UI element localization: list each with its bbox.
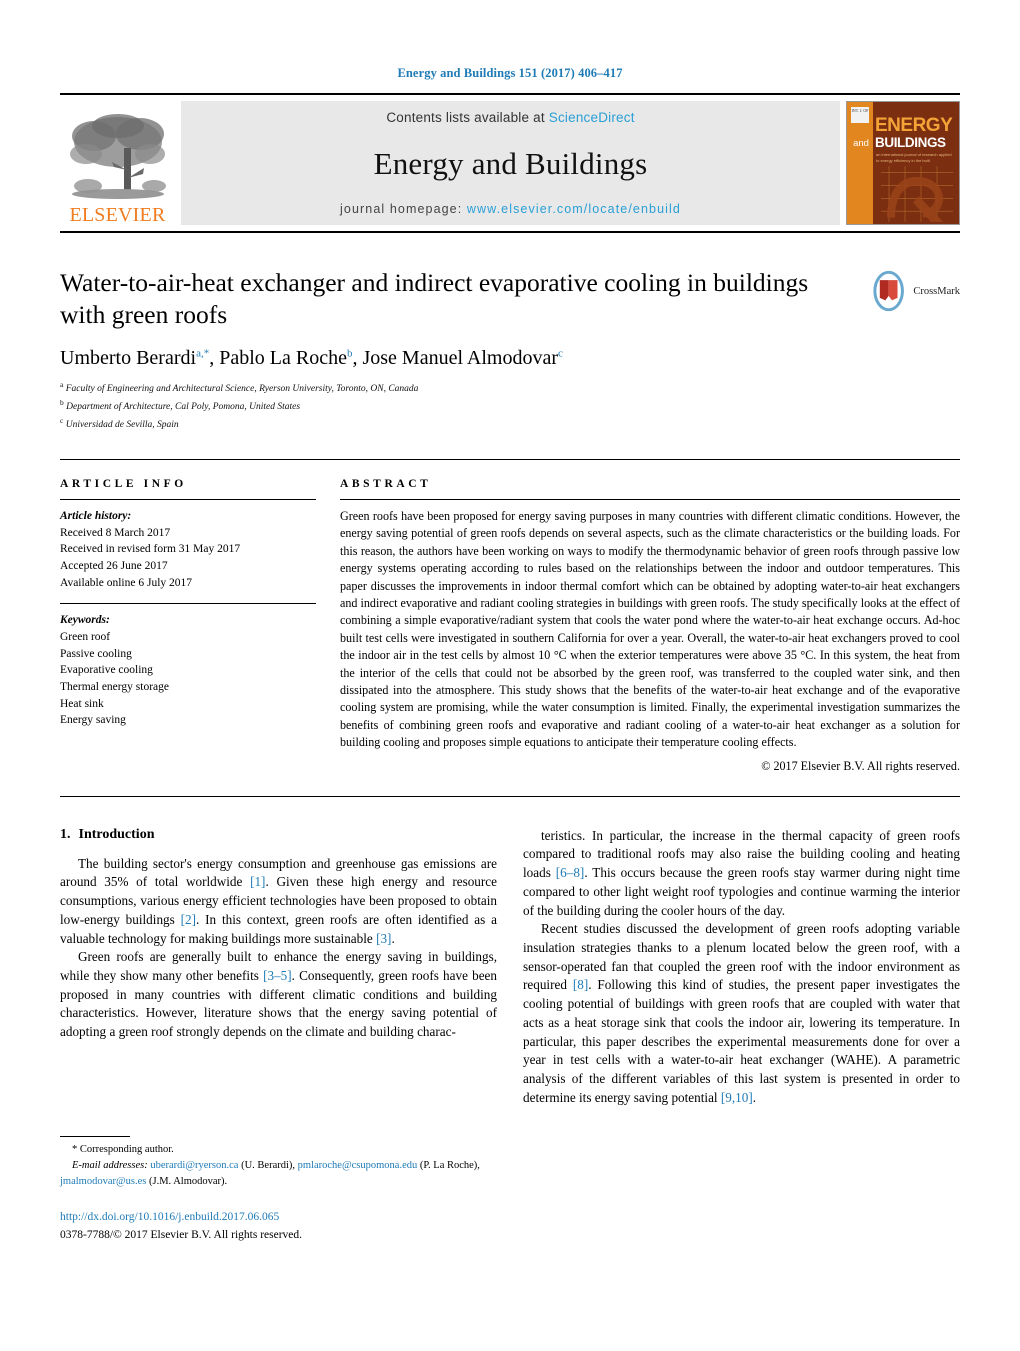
article-history-item: Available online 6 July 2017 (60, 576, 193, 589)
keywords-block: Keywords: Green roof Passive cooling Evapo… (60, 612, 316, 729)
title-block: CrossMark Water-to-air-heat exchanger an… (60, 267, 960, 433)
keywords-label: Keywords: (60, 614, 110, 627)
keywords-rule (60, 603, 316, 605)
doi-block: http://dx.doi.org/10.1016/j.enbuild.2017… (60, 1209, 490, 1244)
abstract-column: ABSTRACT Green roofs have been proposed … (340, 478, 960, 774)
intro-right-paragraphs: teristics. In particular, the increase i… (523, 827, 960, 1108)
cover-badge: INT. J. OF (851, 107, 869, 123)
journal-banner: Contents lists available at ScienceDirec… (181, 101, 840, 225)
journal-masthead: ELSEVIER Contents lists available at Sci… (60, 93, 960, 225)
citation-link[interactable]: [6–8] (556, 865, 585, 880)
email-addresses-label: E-mail addresses: (72, 1159, 151, 1171)
article-history-item: Received in revised form 31 May 2017 (60, 543, 241, 556)
section-number: 1. (60, 826, 71, 842)
intro-left-paragraphs: The building sector's energy consumption… (60, 855, 497, 1042)
citation-link[interactable]: [1] (250, 874, 265, 889)
article-history-item: Received 8 March 2017 (60, 526, 171, 539)
abstract-rule (340, 498, 960, 500)
affiliation-item: c Universidad de Sevilla, Spain (60, 416, 179, 431)
abstract-bottom-rule (60, 795, 960, 797)
keyword-item: Evaporative cooling (60, 664, 153, 677)
masthead-bottom-rule (60, 231, 960, 233)
homepage-prefix: journal homepage: (340, 202, 463, 216)
citation-link[interactable]: [3–5] (263, 968, 292, 983)
keyword-item: Energy saving (60, 714, 126, 727)
journal-homepage-link[interactable]: www.elsevier.com/locate/enbuild (467, 202, 681, 216)
body-column-left: 1. Introduction The building sector's ene… (60, 827, 497, 1108)
paragraph: The building sector's energy consumption… (60, 855, 498, 946)
info-abstract-section: ARTICLE INFO Article history: Received 8… (60, 460, 960, 774)
paragraph: teristics. In particular, the increase i… (523, 827, 960, 918)
journal-cover-thumbnail: INT. J. OF and ENERGY BUILDINGS an inter… (846, 101, 960, 225)
article-info-rule (60, 498, 316, 500)
article-info-column: ARTICLE INFO Article history: Received 8… (60, 478, 340, 774)
issn-copyright-line: 0378-7788/© 2017 Elsevier B.V. All right… (60, 1228, 303, 1241)
paper-page: Energy and Buildings 151 (2017) 406–417 (0, 0, 1020, 1351)
cover-artwork (873, 164, 959, 224)
section-heading-introduction: 1. Introduction (60, 827, 497, 843)
article-history-items: Received 8 March 2017 Received in revised… (60, 525, 316, 592)
abstract-text: Green roofs have been proposed for energ… (340, 508, 960, 750)
crossmark-badge[interactable]: CrossMark (868, 269, 960, 313)
running-head: Energy and Buildings 151 (2017) 406–417 (397, 66, 623, 80)
email-link[interactable]: uberardi@ryerson.ca (150, 1160, 238, 1171)
body-column-right: teristics. In particular, the increase i… (523, 827, 960, 1108)
author-list: Umberto Berardia,*, Pablo La Rocheb, Jos… (60, 347, 563, 370)
citation-link[interactable]: [3] (376, 931, 391, 946)
affiliation-mark: b (60, 398, 64, 408)
email-addresses-note: E-mail addresses: uberardi@ryerson.ca (U… (60, 1159, 480, 1187)
affiliation-mark: a (60, 380, 64, 390)
affiliation-mark: c (60, 416, 64, 425)
affiliation-list: a Faculty of Engineering and Architectur… (60, 379, 960, 433)
elsevier-wordmark: ELSEVIER (69, 204, 166, 226)
sciencedirect-link[interactable]: ScienceDirect (549, 110, 635, 125)
footnote-rule (60, 1136, 130, 1137)
elsevier-logo: ELSEVIER (60, 101, 175, 225)
article-history: Article history: Received 8 March 2017 Re… (60, 508, 316, 591)
cover-buildings-text: BUILDINGS (875, 135, 946, 150)
body-columns: 1. Introduction The building sector's ene… (60, 827, 960, 1108)
keywords-items: Green roof Passive cooling Evaporative coo… (60, 629, 316, 729)
footnote-area: * Corresponding author. E-mail addresses… (60, 1136, 490, 1244)
email-link[interactable]: pmlaroche@csupomona.edu (298, 1160, 418, 1171)
citation-link[interactable]: [8] (573, 977, 588, 992)
article-history-item: Accepted 26 June 2017 (60, 559, 168, 572)
citation-link[interactable]: [2] (181, 912, 196, 927)
page-title: Water-to-air-heat exchanger and indirect… (60, 268, 809, 330)
affiliation-item: a Faculty of Engineering and Architectur… (60, 380, 419, 395)
abstract-heading: ABSTRACT (340, 477, 432, 490)
affiliation-item: b Department of Architecture, Cal Poly, … (60, 398, 301, 413)
elsevier-tree-icon (68, 112, 168, 204)
abstract-copyright: © 2017 Elsevier B.V. All rights reserved… (761, 758, 960, 773)
paragraph: Green roofs are generally built to enhan… (60, 949, 497, 1040)
cover-and-text: and (853, 138, 869, 149)
journal-title: Energy and Buildings (373, 145, 648, 181)
cover-energy-text: ENERGY (875, 115, 953, 136)
keyword-item: Green roof (60, 630, 111, 643)
contents-prefix: Contents lists available at (386, 110, 545, 125)
contents-line: Contents lists available at ScienceDirec… (386, 110, 634, 125)
keyword-item: Heat sink (60, 697, 104, 710)
doi-link[interactable]: http://dx.doi.org/10.1016/j.enbuild.2017… (60, 1211, 279, 1223)
article-history-label: Article history: (60, 509, 132, 522)
email-link[interactable]: jmalmodovar@us.es (60, 1176, 146, 1187)
section-title-text: Introduction (78, 826, 155, 842)
citation-link[interactable]: [9,10] (721, 1090, 753, 1105)
paragraph: Recent studies discussed the development… (523, 921, 960, 1105)
keyword-item: Thermal energy storage (60, 680, 169, 693)
corresponding-author-note: * Corresponding author. (72, 1144, 174, 1155)
crossmark-icon (873, 270, 904, 312)
journal-homepage-line: journal homepage: www.elsevier.com/locat… (340, 202, 681, 216)
crossmark-label: CrossMark (913, 285, 960, 297)
keyword-item: Passive cooling (60, 647, 132, 660)
doi-line: http://dx.doi.org/10.1016/j.enbuild.2017… (60, 1209, 490, 1226)
article-info-heading: ARTICLE INFO (60, 477, 187, 490)
